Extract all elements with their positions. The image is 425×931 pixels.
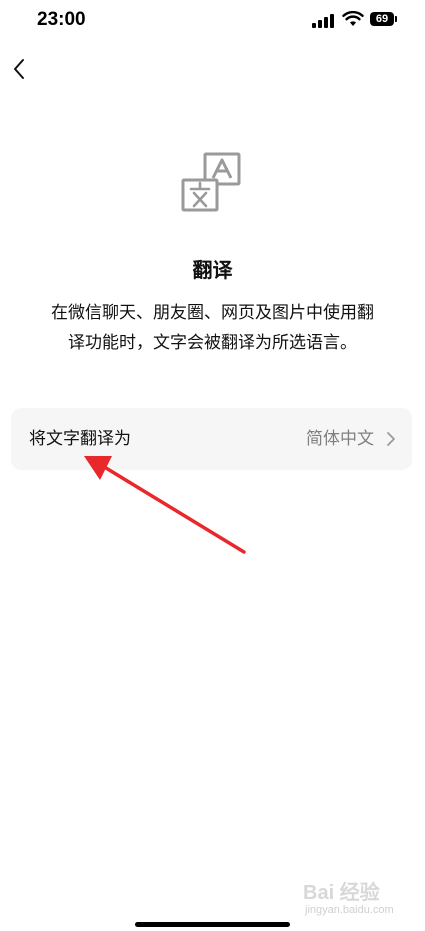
back-button[interactable] — [6, 54, 34, 84]
page-title: 翻译 — [192, 258, 233, 282]
battery-level: 69 — [370, 12, 394, 26]
home-indicator[interactable] — [135, 922, 290, 927]
watermark: Bai 经验 jingyan.baidu.com — [297, 874, 397, 924]
wifi-icon — [342, 11, 364, 26]
translate-icon — [181, 152, 241, 212]
status-time: 23:00 — [37, 9, 86, 30]
translate-to-value: 简体中文 — [306, 429, 374, 449]
cellular-signal-icon — [312, 14, 334, 28]
chevron-left-icon — [14, 59, 24, 79]
watermark-logo: Bai 经验 — [303, 882, 380, 904]
battery-tip — [395, 16, 397, 22]
page-description: 在微信聊天、朋友圈、网页及图片中使用翻 译功能时，文字会被翻译为所选语言。 — [24, 298, 401, 358]
description-line-1: 在微信聊天、朋友圈、网页及图片中使用翻 — [51, 303, 374, 323]
chevron-right-icon — [387, 432, 395, 446]
watermark-url: jingyan.baidu.com — [305, 904, 394, 916]
description-line-2: 译功能时，文字会被翻译为所选语言。 — [68, 333, 357, 353]
battery-icon: 69 — [370, 11, 398, 27]
translate-to-label: 将文字翻译为 — [29, 429, 131, 449]
annotation-arrow-shaft — [104, 466, 246, 554]
translate-to-setting-row[interactable]: 将文字翻译为 简体中文 — [11, 408, 412, 470]
status-bar: 23:00 69 — [0, 0, 425, 44]
